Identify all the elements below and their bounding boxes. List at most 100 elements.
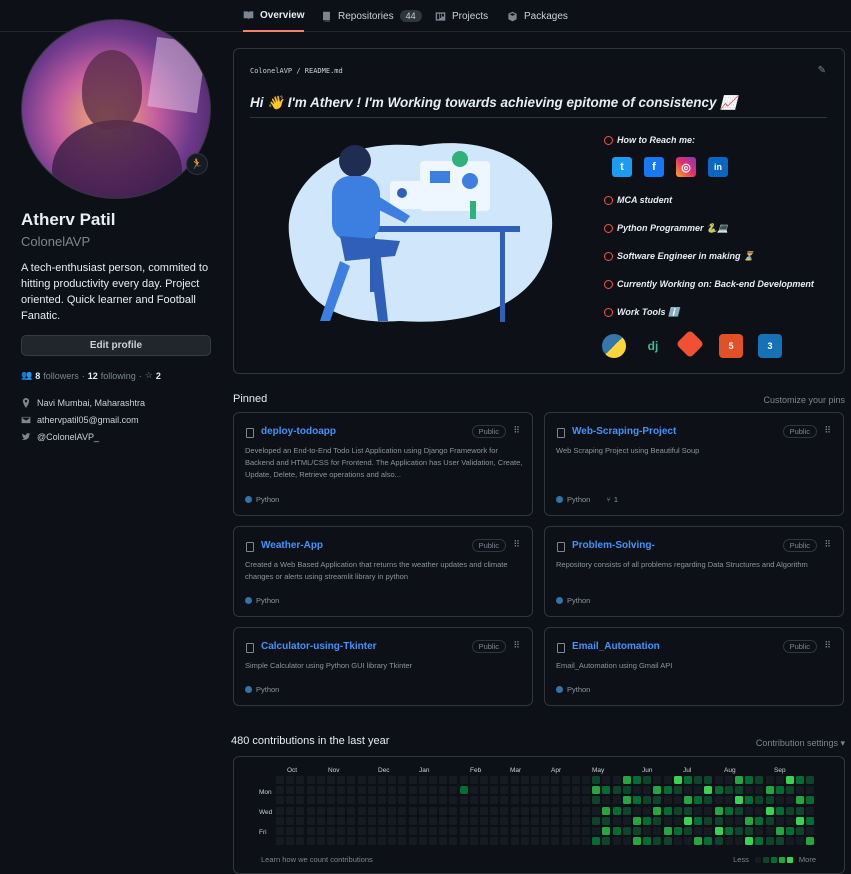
contribution-day-cell[interactable]: [684, 776, 692, 784]
contribution-day-cell[interactable]: [337, 776, 346, 784]
contribution-day-cell[interactable]: [612, 806, 621, 815]
contribution-day-cell[interactable]: [357, 837, 366, 846]
contribution-day-cell[interactable]: [276, 827, 284, 835]
contribution-day-cell[interactable]: [582, 816, 590, 825]
contribution-day-cell[interactable]: [694, 816, 703, 825]
contribution-day-cell[interactable]: [490, 776, 499, 784]
contribution-day-cell[interactable]: [510, 806, 519, 815]
contribution-day-cell[interactable]: [714, 827, 723, 835]
contribution-day-cell[interactable]: [704, 816, 713, 825]
contribution-day-cell[interactable]: [633, 796, 641, 805]
contribution-day-cell[interactable]: [602, 796, 611, 805]
contribution-day-cell[interactable]: [561, 816, 570, 825]
contribution-day-cell[interactable]: [551, 806, 560, 815]
contribution-day-cell[interactable]: [663, 806, 672, 815]
contribution-day-cell[interactable]: [327, 786, 335, 795]
contribution-day-cell[interactable]: [459, 796, 468, 805]
contribution-day-cell[interactable]: [337, 827, 346, 835]
contribution-day-cell[interactable]: [551, 786, 560, 795]
contribution-day-cell[interactable]: [378, 776, 386, 784]
tab-overview[interactable]: Overview: [243, 0, 305, 32]
contribution-day-cell[interactable]: [357, 776, 366, 784]
contribution-day-cell[interactable]: [357, 796, 366, 805]
contribution-day-cell[interactable]: [673, 796, 682, 805]
contribution-day-cell[interactable]: [592, 796, 601, 805]
contribution-day-cell[interactable]: [286, 827, 295, 835]
contribution-day-cell[interactable]: [765, 796, 774, 805]
contribution-day-cell[interactable]: [490, 806, 499, 815]
contribution-day-cell[interactable]: [520, 796, 529, 805]
contribution-day-cell[interactable]: [286, 786, 295, 795]
contribution-day-cell[interactable]: [500, 806, 509, 815]
contribution-day-cell[interactable]: [398, 776, 407, 784]
contribution-day-cell[interactable]: [633, 786, 641, 795]
contribution-day-cell[interactable]: [500, 837, 509, 846]
followers-count[interactable]: 8: [35, 371, 40, 381]
contribution-day-cell[interactable]: [622, 776, 631, 784]
contribution-day-cell[interactable]: [735, 827, 743, 835]
repo-name-link[interactable]: Web-Scraping-Project: [572, 426, 676, 437]
contribution-day-cell[interactable]: [684, 816, 692, 825]
repo-name-link[interactable]: Email_Automation: [572, 641, 660, 652]
contribution-day-cell[interactable]: [796, 786, 805, 795]
pencil-icon[interactable]: ✎: [818, 65, 826, 76]
contribution-day-cell[interactable]: [571, 837, 580, 846]
contribution-day-cell[interactable]: [643, 837, 652, 846]
contribution-day-cell[interactable]: [643, 776, 652, 784]
contribution-day-cell[interactable]: [653, 827, 662, 835]
contribution-day-cell[interactable]: [551, 827, 560, 835]
contribution-day-cell[interactable]: [388, 816, 397, 825]
contribution-day-cell[interactable]: [735, 796, 743, 805]
contribution-day-cell[interactable]: [286, 796, 295, 805]
contribution-day-cell[interactable]: [755, 816, 764, 825]
contribution-day-cell[interactable]: [775, 827, 784, 835]
contribution-day-cell[interactable]: [775, 816, 784, 825]
contribution-day-cell[interactable]: [459, 776, 468, 784]
contribution-day-cell[interactable]: [327, 827, 335, 835]
learn-contributions-link[interactable]: Learn how we count contributions: [261, 855, 373, 864]
contribution-day-cell[interactable]: [490, 837, 499, 846]
readme-path[interactable]: ColonelAVP / README.md: [250, 67, 343, 75]
contribution-day-cell[interactable]: [612, 796, 621, 805]
contribution-day-cell[interactable]: [398, 806, 407, 815]
contribution-day-cell[interactable]: [765, 786, 774, 795]
contribution-day-cell[interactable]: [429, 837, 437, 846]
contribution-day-cell[interactable]: [765, 837, 774, 846]
contribution-day-cell[interactable]: [796, 816, 805, 825]
contribution-day-cell[interactable]: [704, 796, 713, 805]
contribution-day-cell[interactable]: [663, 776, 672, 784]
contribution-day-cell[interactable]: [510, 776, 519, 784]
drag-handle-icon[interactable]: ⠿: [824, 640, 831, 651]
contribution-day-cell[interactable]: [429, 776, 437, 784]
contribution-day-cell[interactable]: [357, 806, 366, 815]
contribution-day-cell[interactable]: [714, 776, 723, 784]
contribution-day-cell[interactable]: [480, 776, 488, 784]
contribution-day-cell[interactable]: [633, 827, 641, 835]
contribution-day-cell[interactable]: [704, 786, 713, 795]
contribution-day-cell[interactable]: [469, 776, 478, 784]
contribution-day-cell[interactable]: [735, 816, 743, 825]
repo-name-link[interactable]: Weather-App: [261, 540, 323, 551]
customize-pins-link[interactable]: Customize your pins: [763, 395, 845, 405]
contribution-day-cell[interactable]: [439, 837, 448, 846]
contribution-day-cell[interactable]: [755, 786, 764, 795]
contribution-day-cell[interactable]: [408, 806, 417, 815]
contribution-day-cell[interactable]: [367, 837, 376, 846]
contribution-day-cell[interactable]: [602, 827, 611, 835]
contribution-day-cell[interactable]: [286, 806, 295, 815]
contribution-day-cell[interactable]: [786, 786, 794, 795]
contribution-day-cell[interactable]: [755, 827, 764, 835]
twitter-icon[interactable]: t: [612, 157, 632, 177]
contribution-day-cell[interactable]: [755, 837, 764, 846]
contribution-day-cell[interactable]: [673, 806, 682, 815]
contribution-day-cell[interactable]: [541, 796, 550, 805]
contribution-day-cell[interactable]: [306, 806, 315, 815]
contribution-day-cell[interactable]: [480, 827, 488, 835]
contribution-day-cell[interactable]: [796, 837, 805, 846]
drag-handle-icon[interactable]: ⠿: [824, 425, 831, 436]
contribution-day-cell[interactable]: [663, 837, 672, 846]
contribution-day-cell[interactable]: [663, 786, 672, 795]
contribution-day-cell[interactable]: [520, 806, 529, 815]
tab-repositories[interactable]: Repositories 44: [321, 0, 422, 32]
contribution-day-cell[interactable]: [439, 776, 448, 784]
